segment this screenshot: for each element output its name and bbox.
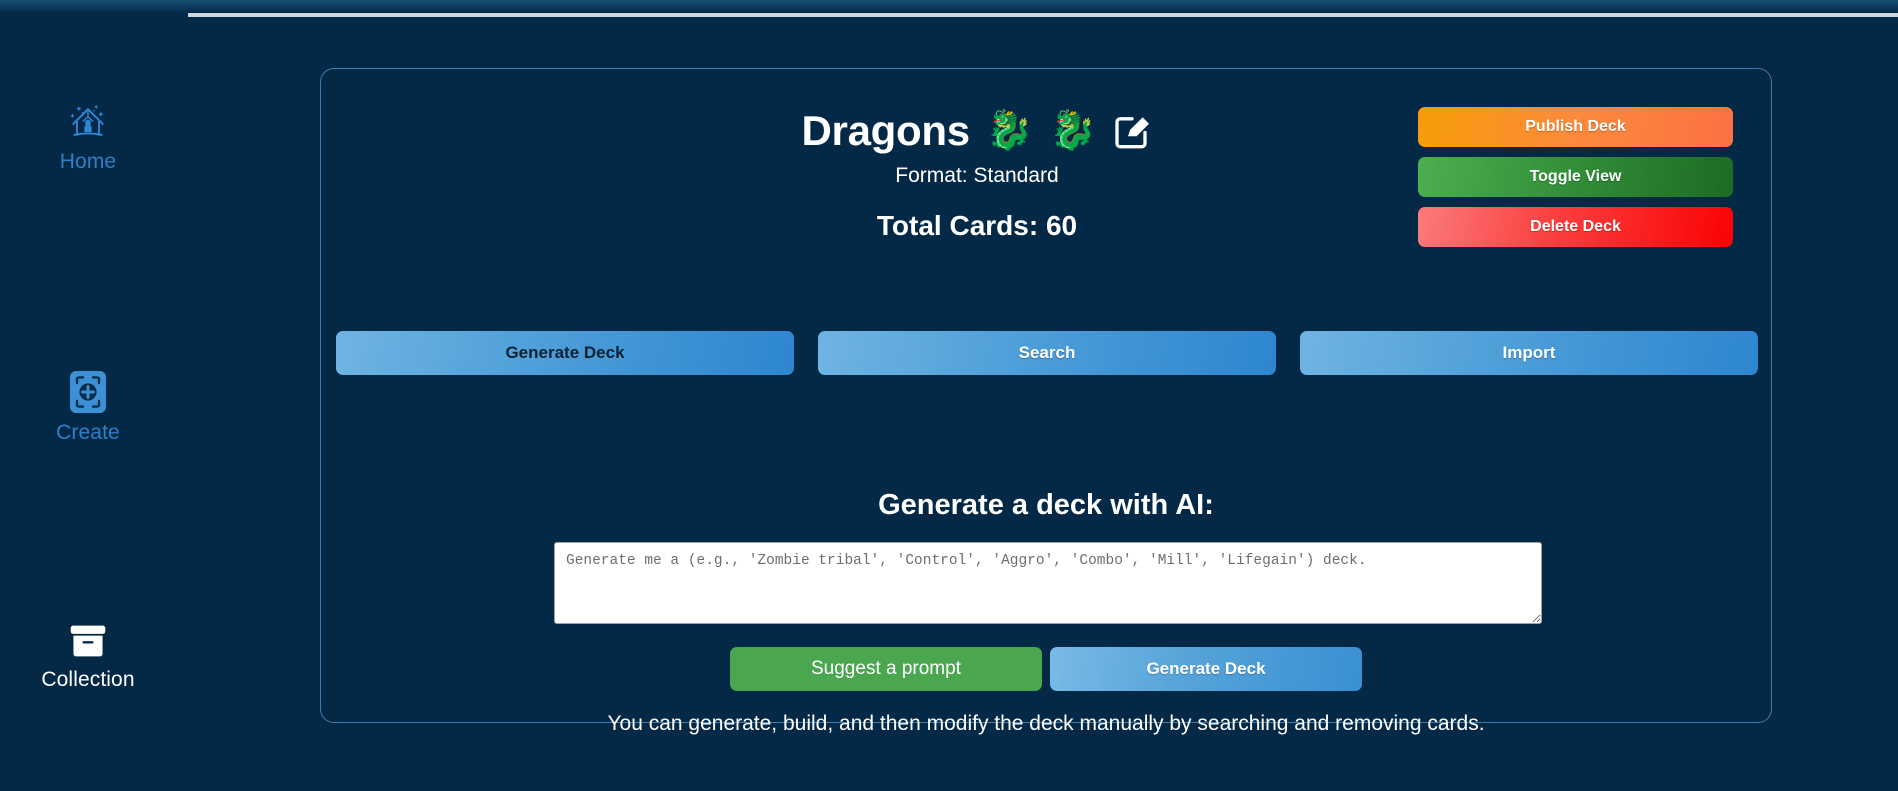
sidebar-item-label-home: Home <box>59 150 117 173</box>
search-button[interactable]: Search <box>818 331 1276 375</box>
import-button[interactable]: Import <box>1300 331 1758 375</box>
sidebar-item-label-collection: Collection <box>41 668 135 691</box>
dragon-emoji-2: 🐉 <box>1049 110 1097 152</box>
sidebar-item-create[interactable]: Create <box>0 369 176 445</box>
ai-helper-note: You can generate, build, and then modify… <box>607 712 1485 735</box>
ai-button-row: Suggest a prompt Generate Deck <box>321 647 1771 691</box>
ai-section-heading: Generate a deck with AI: <box>878 489 1214 521</box>
deck-side-actions: Publish Deck Toggle View Delete Deck <box>1418 107 1733 247</box>
ai-prompt-wrap <box>554 542 1542 629</box>
pencil-square-icon[interactable] <box>1112 111 1152 151</box>
deck-action-row: Generate Deck Search Import <box>336 331 1758 375</box>
top-bar <box>0 0 1898 13</box>
ai-prompt-input[interactable] <box>554 542 1542 624</box>
dragon-emoji-1: 🐉 <box>985 110 1034 152</box>
toggle-view-button[interactable]: Toggle View <box>1418 157 1733 197</box>
delete-deck-button[interactable]: Delete Deck <box>1418 207 1733 247</box>
header-divider <box>188 13 1898 17</box>
publish-deck-button[interactable]: Publish Deck <box>1418 107 1733 147</box>
sidebar: Home Create Collection <box>0 17 188 791</box>
sidebar-item-collection[interactable]: Collection <box>0 622 176 692</box>
page-title: Dragons <box>801 107 971 154</box>
ai-generate-deck-button[interactable]: Generate Deck <box>1050 647 1362 691</box>
suggest-prompt-button[interactable]: Suggest a prompt <box>730 647 1042 691</box>
generate-deck-button[interactable]: Generate Deck <box>336 331 794 375</box>
archive-box-icon <box>66 622 110 662</box>
sidebar-item-label-create: Create <box>56 421 120 444</box>
card-plus-icon <box>68 369 108 415</box>
sidebar-item-home[interactable]: Home <box>0 100 176 174</box>
house-sparkle-icon <box>66 100 110 144</box>
app-root: Home Create Collection Dragons 🐉 🐉 Forma… <box>0 0 1898 791</box>
deck-panel: Dragons 🐉 🐉 Format: Standard Total Cards… <box>320 68 1772 735</box>
